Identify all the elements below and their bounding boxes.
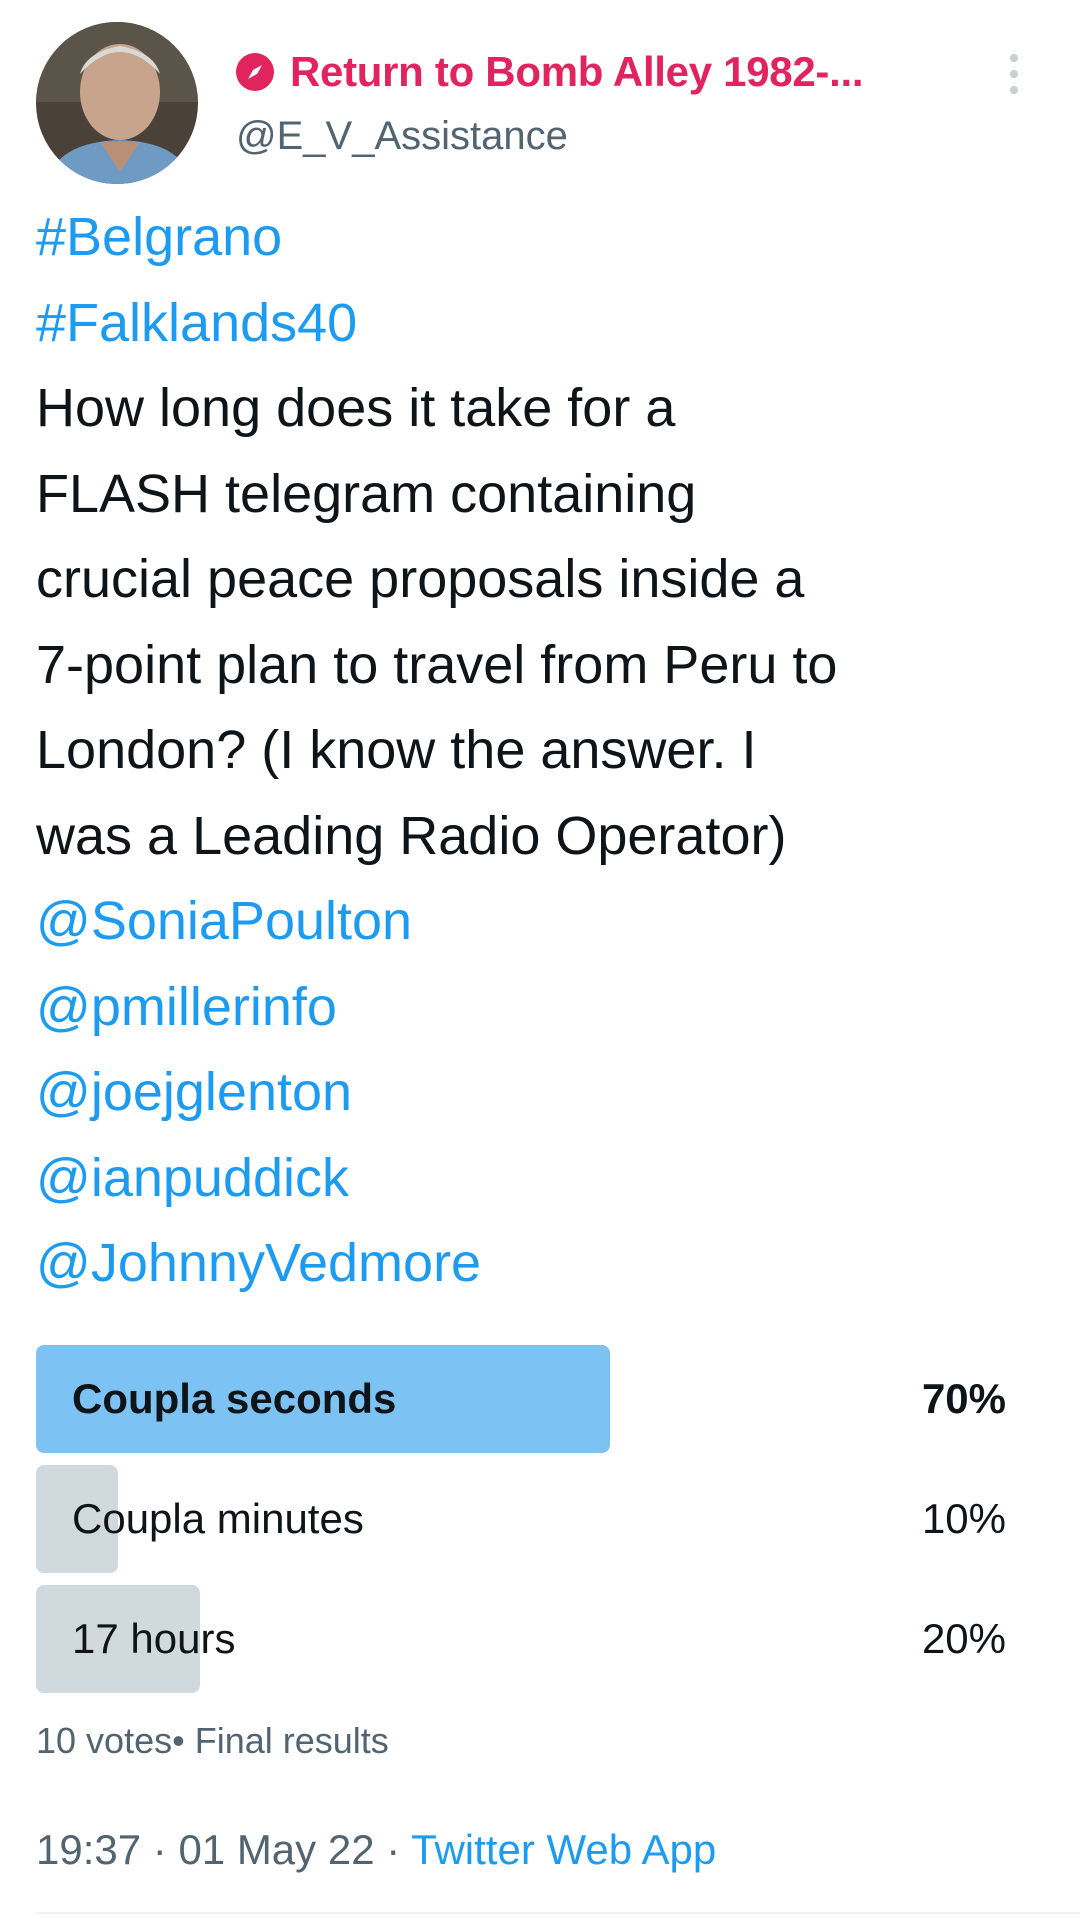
author-display-name[interactable]: Return to Bomb Alley 1982-... <box>290 48 864 96</box>
tweet-body-line: 7-point plan to travel from Peru to <box>36 634 838 695</box>
hashtag-link[interactable]: #Falklands40 <box>36 281 1046 367</box>
poll-status: Final results <box>194 1720 389 1761</box>
poll-option: Coupla seconds 70% <box>36 1345 1006 1453</box>
poll-summary: 10 votes• Final results <box>36 1720 389 1762</box>
tweet-header: Return to Bomb Alley 1982-... @E_V_Assis… <box>36 22 1046 184</box>
hashtag-link[interactable]: #Belgrano <box>36 195 1046 281</box>
separator-dot: · <box>386 1826 412 1873</box>
more-vertical-icon[interactable] <box>1004 52 1024 96</box>
mention-link[interactable]: @pmillerinfo <box>36 965 1046 1051</box>
tweet-text: #Belgrano #Falklands40 How long does it … <box>36 195 1046 1307</box>
tweet-time[interactable]: 19:37 <box>36 1826 141 1873</box>
mention-link[interactable]: @joejglenton <box>36 1050 1046 1136</box>
poll-option: 17 hours 20% <box>36 1585 1006 1693</box>
poll-option: Coupla minutes 10% <box>36 1465 1006 1573</box>
poll-option-label: Coupla seconds <box>72 1375 397 1422</box>
tweet-date[interactable]: 01 May 22 <box>178 1826 374 1873</box>
author-handle[interactable]: @E_V_Assistance <box>236 114 568 159</box>
poll-option-percent: 10% <box>921 1495 1006 1542</box>
tweet-metadata: 19:37 · 01 May 22 · Twitter Web App <box>36 1826 716 1874</box>
poll-option-label: Coupla minutes <box>72 1495 364 1542</box>
poll-vote-count: 10 votes <box>36 1720 173 1761</box>
divider <box>36 1912 1080 1914</box>
mention-link[interactable]: @ianpuddick <box>36 1136 1046 1222</box>
poll: Coupla seconds 70% Coupla minutes 10% 17… <box>36 1345 1006 1705</box>
tweet-body-line: was a Leading Radio Operator) <box>36 805 787 866</box>
mention-link[interactable]: @JohnnyVedmore <box>36 1221 1046 1307</box>
separator-dot: • <box>172 1720 195 1761</box>
compass-icon <box>236 53 274 91</box>
author-name-row[interactable]: Return to Bomb Alley 1982-... <box>236 48 864 96</box>
separator-dot: · <box>152 1826 179 1873</box>
tweet-body-line: How long does it take for a <box>36 378 676 438</box>
source-app-link[interactable]: Twitter Web App <box>411 1826 716 1873</box>
poll-option-label: 17 hours <box>72 1615 236 1662</box>
avatar[interactable] <box>36 22 198 184</box>
tweet-body-line: London? (I know the answer. I <box>36 720 757 780</box>
tweet-body-line: crucial peace proposals inside a <box>36 549 805 609</box>
poll-option-percent: 20% <box>921 1615 1006 1662</box>
tweet-body-line: FLASH telegram containing <box>36 463 697 524</box>
poll-option-percent: 70% <box>921 1375 1006 1422</box>
mention-link[interactable]: @SoniaPoulton <box>36 879 1046 965</box>
